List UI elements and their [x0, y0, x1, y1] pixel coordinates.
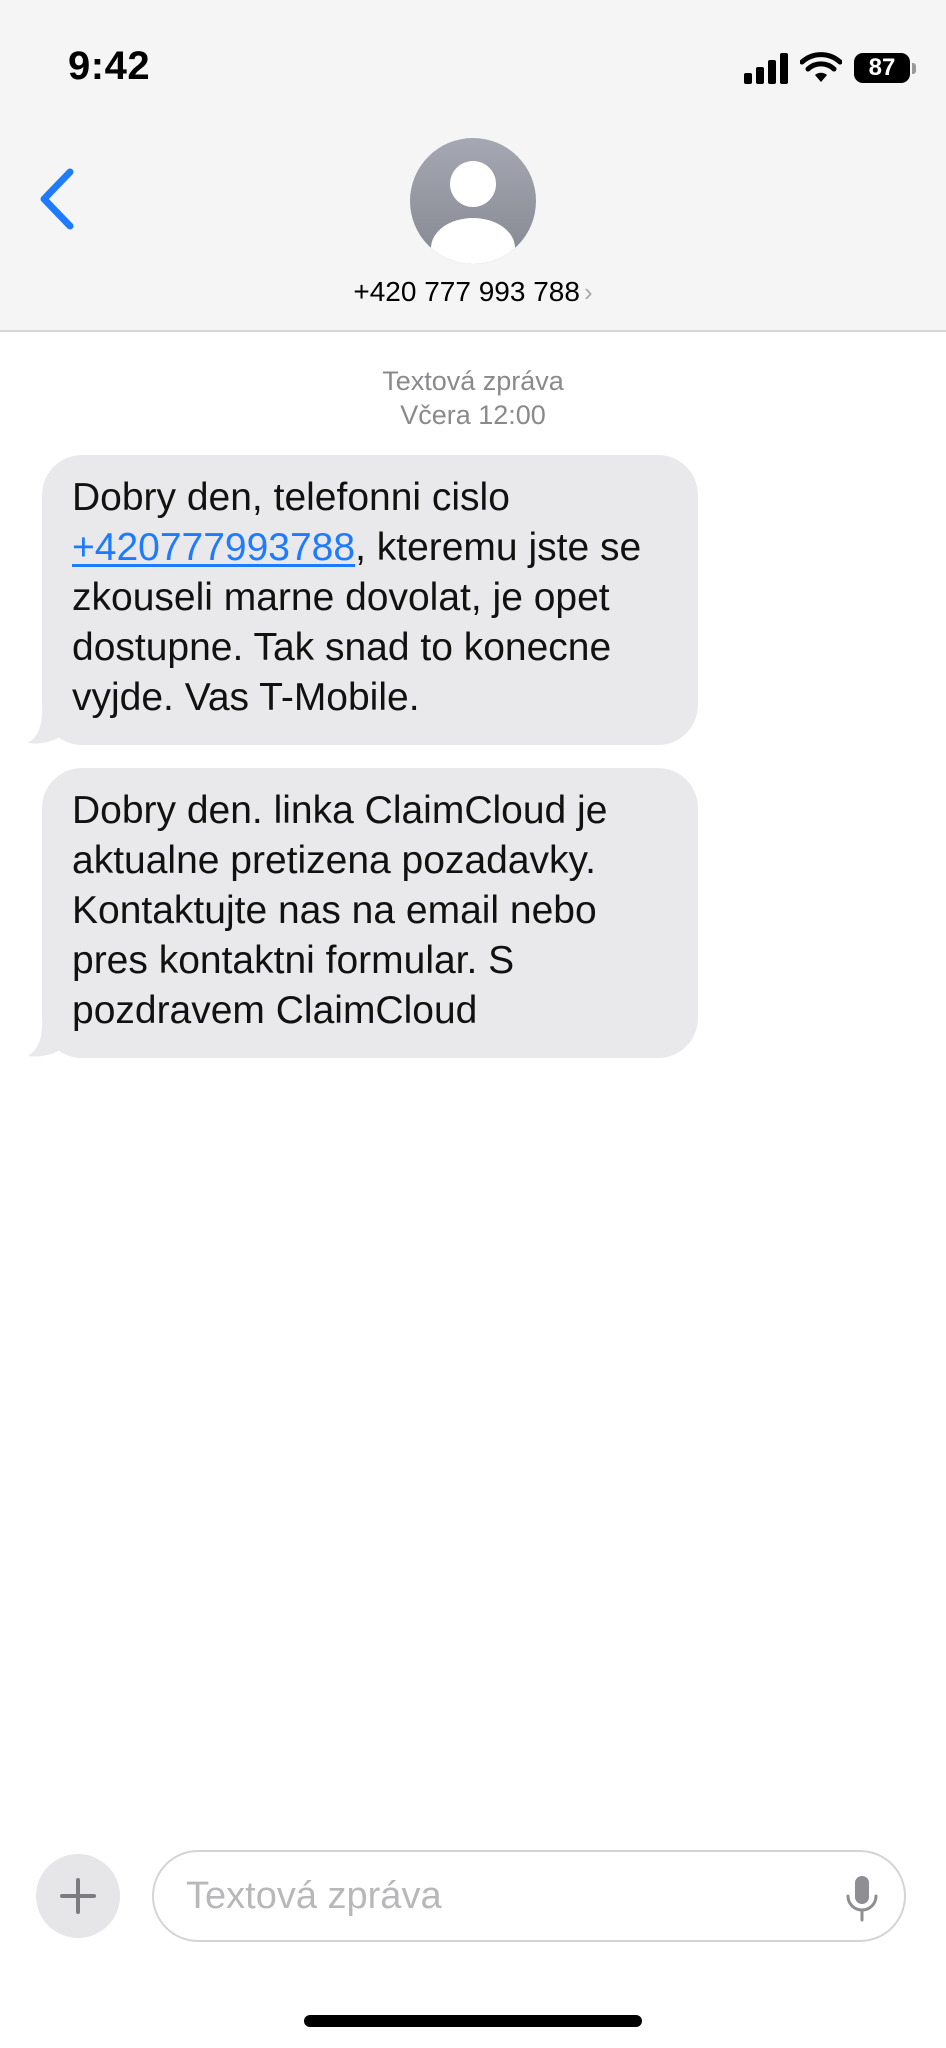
message-bubble[interactable]: Dobry den, telefonni cislo +420777993788… — [28, 455, 698, 745]
contact-name: +420 777 993 788 — [353, 276, 580, 307]
thread-type-label: Textová zpráva — [382, 366, 564, 396]
contact-name-button[interactable]: +420 777 993 788 › — [0, 276, 946, 308]
thread-timestamp: Včera 12:00 — [400, 400, 546, 430]
status-time: 9:42 — [68, 44, 151, 88]
contact-avatar[interactable] — [410, 138, 536, 264]
message-bubble[interactable]: Dobry den. linka ClaimCloud je aktualne … — [28, 768, 698, 1058]
phone-number-link[interactable]: +420777993788 — [72, 526, 355, 569]
battery-cap — [912, 62, 916, 74]
message-input[interactable] — [184, 1866, 804, 1926]
battery-level: 87 — [868, 54, 896, 81]
plus-icon — [60, 1878, 96, 1914]
bubble-tail — [28, 1024, 66, 1057]
add-attachment-button[interactable] — [36, 1854, 120, 1938]
conversation-header: 9:42 87 +420 777 993 788 › — [0, 0, 946, 332]
person-icon — [431, 161, 515, 264]
wifi-icon — [800, 52, 842, 82]
bubble-tail — [28, 711, 66, 744]
back-chevron-icon[interactable] — [34, 164, 84, 234]
status-icons: 87 — [744, 50, 916, 86]
battery-icon: 87 — [854, 53, 910, 83]
message-text: Dobry den, telefonni cislo — [72, 476, 510, 519]
message-composer[interactable] — [152, 1850, 906, 1942]
signal-icon — [744, 53, 788, 84]
thread-meta: Textová zpráva Včera 12:00 — [0, 364, 946, 432]
contact-chevron-icon: › — [583, 277, 593, 307]
home-indicator[interactable] — [304, 2015, 642, 2027]
message-text: Dobry den. linka ClaimCloud je aktualne … — [72, 789, 608, 1032]
microphone-icon[interactable] — [844, 1874, 880, 1922]
